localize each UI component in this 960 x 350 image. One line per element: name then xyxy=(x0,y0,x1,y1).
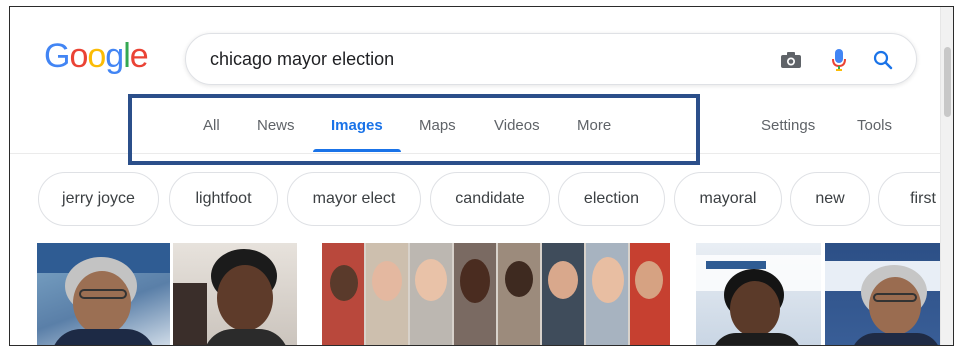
shoulders-shape xyxy=(851,333,941,345)
shoulders-shape xyxy=(203,329,289,345)
image-results xyxy=(10,243,949,345)
google-logo[interactable]: Google xyxy=(44,37,149,76)
browser-frame: Google chicago mayor election All News I… xyxy=(9,6,954,346)
search-box[interactable]: chicago mayor election xyxy=(185,33,917,85)
image-result[interactable] xyxy=(37,243,170,345)
scroll-thumb[interactable] xyxy=(944,47,951,117)
face-shape xyxy=(592,257,624,303)
glasses-shape xyxy=(79,289,127,299)
chip[interactable]: jerry joyce xyxy=(38,172,159,226)
image-result[interactable] xyxy=(322,243,670,345)
chip[interactable]: lightfoot xyxy=(169,172,278,226)
chip[interactable]: mayoral xyxy=(674,172,782,226)
related-chips: jerry joyce lightfoot mayor elect candid… xyxy=(36,172,953,228)
vertical-scrollbar[interactable] xyxy=(940,7,953,345)
camera-icon[interactable] xyxy=(778,47,804,73)
shoulders-shape xyxy=(51,329,156,345)
glasses-shape xyxy=(873,293,917,302)
face-shape xyxy=(730,281,780,337)
face-shape xyxy=(869,277,921,335)
tab-settings[interactable]: Settings xyxy=(761,117,815,134)
chip[interactable]: mayor elect xyxy=(287,172,421,226)
shoulders-shape xyxy=(712,333,802,345)
face-shape xyxy=(73,271,131,335)
face-shape xyxy=(330,265,358,301)
logo-letter: g xyxy=(105,37,124,75)
chip[interactable]: new xyxy=(790,172,870,226)
logo-letter: o xyxy=(69,37,88,75)
image-result[interactable] xyxy=(825,243,949,345)
face-shape xyxy=(372,261,402,301)
sign-text-shape xyxy=(706,261,766,269)
image-result[interactable] xyxy=(173,243,297,345)
logo-letter: e xyxy=(129,37,149,75)
face-shape xyxy=(505,261,533,297)
annotation-highlight-box xyxy=(128,94,700,165)
microphone-icon[interactable] xyxy=(826,47,852,73)
search-icon[interactable] xyxy=(870,47,896,73)
chip[interactable]: candidate xyxy=(430,172,550,226)
face-shape xyxy=(460,259,490,303)
image-result[interactable] xyxy=(696,243,821,345)
chip[interactable]: election xyxy=(558,172,665,226)
tab-tools[interactable]: Tools xyxy=(857,117,892,134)
search-input[interactable]: chicago mayor election xyxy=(210,49,394,70)
face-shape xyxy=(548,261,578,299)
logo-letter: o xyxy=(87,37,106,75)
face-shape xyxy=(415,259,447,301)
face-shape xyxy=(635,261,663,299)
face-shape xyxy=(217,265,273,331)
crowd-shape xyxy=(173,283,207,345)
logo-letter: G xyxy=(44,37,70,75)
